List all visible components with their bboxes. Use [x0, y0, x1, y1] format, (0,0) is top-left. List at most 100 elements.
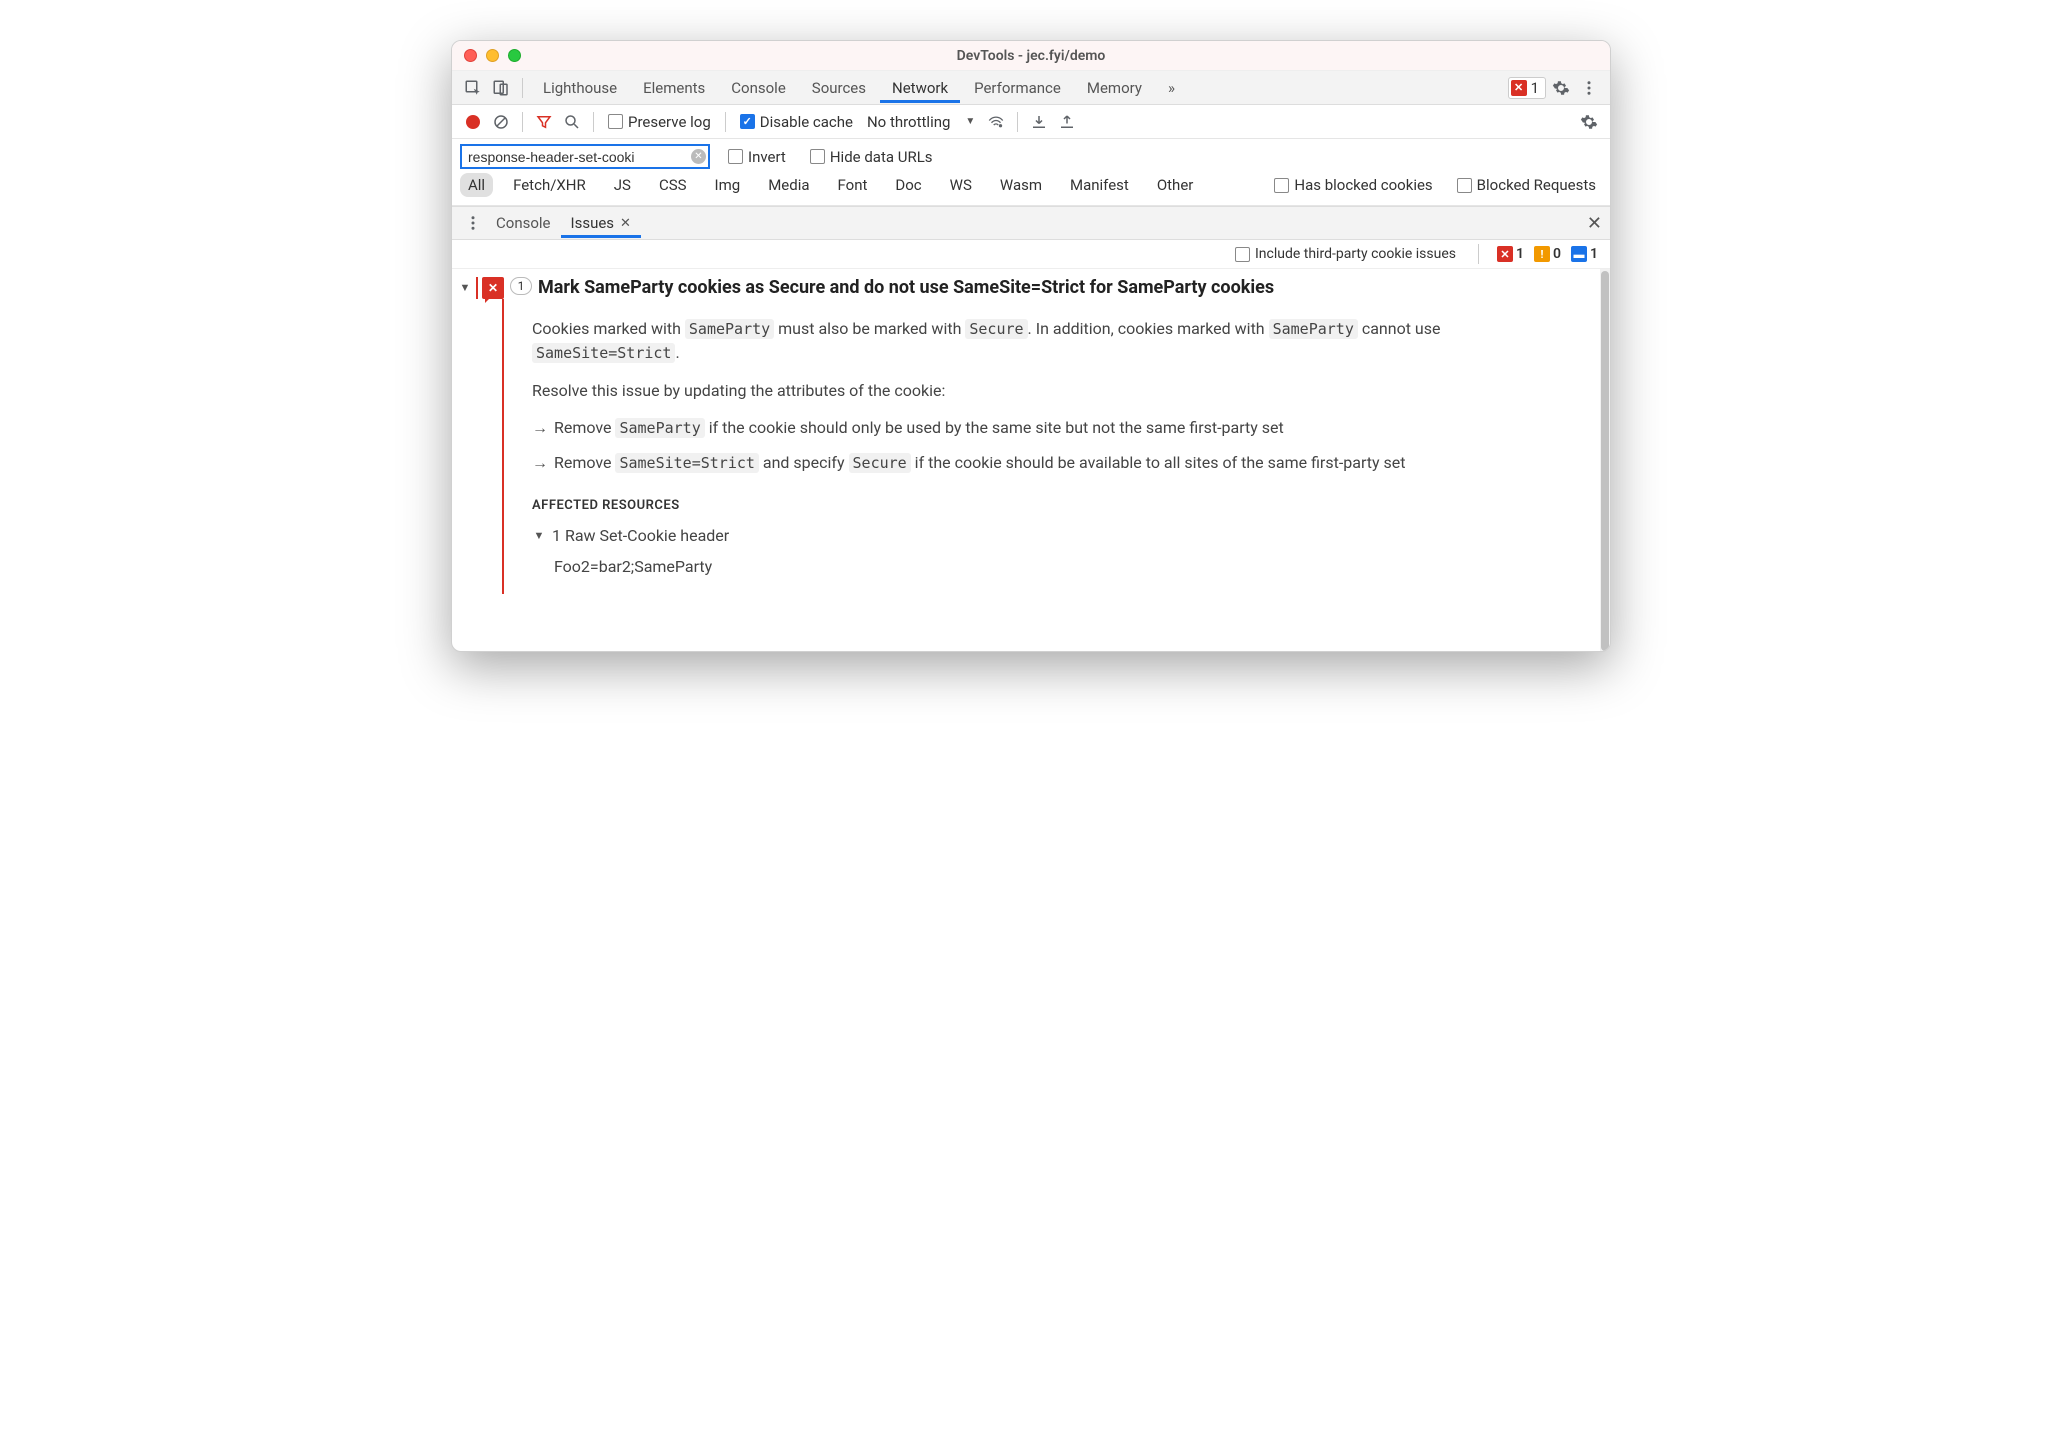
disable-cache-label: Disable cache [760, 113, 853, 131]
has-blocked-cookies-checkbox[interactable]: Has blocked cookies [1268, 176, 1438, 194]
checkbox-icon [1457, 178, 1472, 193]
search-icon[interactable] [559, 109, 585, 135]
scrollbar-thumb[interactable] [1601, 271, 1609, 651]
code-secure: Secure [965, 319, 1027, 339]
settings-icon[interactable] [1548, 75, 1574, 101]
chevron-down-icon[interactable]: ▼ [458, 281, 472, 294]
issues-content: ▼ ✕ 1 Mark SameParty cookies as Secure a… [452, 269, 1610, 651]
type-wasm[interactable]: Wasm [992, 173, 1050, 197]
blocked-requests-label: Blocked Requests [1477, 176, 1596, 194]
hide-data-urls-checkbox[interactable]: Hide data URLs [804, 148, 939, 166]
tab-network[interactable]: Network [880, 73, 960, 103]
main-tabs-row: Lighthouse Elements Console Sources Netw… [452, 71, 1610, 105]
separator [1017, 112, 1018, 132]
error-icon: ✕ [1511, 80, 1527, 96]
export-har-icon[interactable] [1054, 109, 1080, 135]
raw-set-cookie-toggle[interactable]: ▼ 1 Raw Set-Cookie header [532, 524, 1576, 547]
tab-performance[interactable]: Performance [962, 73, 1073, 103]
type-manifest[interactable]: Manifest [1062, 173, 1137, 197]
tab-lighthouse[interactable]: Lighthouse [531, 73, 629, 103]
drawer-tab-issues-label: Issues [571, 214, 615, 232]
type-doc[interactable]: Doc [887, 173, 929, 197]
network-toolbar: Preserve log Disable cache No throttling… [452, 105, 1610, 139]
checkbox-icon [740, 114, 755, 129]
drawer-tab-issues[interactable]: Issues ✕ [561, 208, 641, 238]
code-sameparty: SameParty [1269, 319, 1358, 339]
throttling-select[interactable]: No throttling ▼ [861, 113, 981, 131]
issue-info-count[interactable]: ▬1 [1569, 246, 1600, 262]
clear-filter-icon[interactable]: ✕ [691, 149, 706, 164]
more-icon[interactable] [1576, 75, 1602, 101]
tab-memory[interactable]: Memory [1075, 73, 1154, 103]
type-css[interactable]: CSS [651, 173, 695, 197]
issue-body: Cookies marked with SameParty must also … [502, 299, 1600, 594]
errors-badge[interactable]: ✕ 1 [1508, 77, 1546, 99]
record-button[interactable] [460, 109, 486, 135]
type-fetch-xhr[interactable]: Fetch/XHR [505, 173, 594, 197]
titlebar: DevTools - jec.fyi/demo [452, 41, 1610, 71]
disable-cache-checkbox[interactable]: Disable cache [734, 113, 859, 131]
tab-sources[interactable]: Sources [800, 73, 878, 103]
type-js[interactable]: JS [606, 173, 639, 197]
separator [1478, 244, 1479, 264]
include-third-party-checkbox[interactable]: Include third-party cookie issues [1229, 246, 1462, 262]
drawer-tab-console[interactable]: Console [486, 208, 561, 238]
network-conditions-icon[interactable] [983, 109, 1009, 135]
issues-toolbar: Include third-party cookie issues ✕1 !0 … [452, 240, 1610, 269]
blocked-requests-checkbox[interactable]: Blocked Requests [1451, 176, 1602, 194]
has-blocked-cookies-label: Has blocked cookies [1294, 176, 1432, 194]
record-icon [466, 115, 480, 129]
filter-icon[interactable] [531, 109, 557, 135]
import-har-icon[interactable] [1026, 109, 1052, 135]
code-secure: Secure [849, 453, 911, 473]
issue-suggestion: Remove SameParty if the cookie should on… [532, 416, 1576, 440]
error-icon: ✕ [1497, 246, 1513, 262]
issue-warning-count[interactable]: !0 [1532, 246, 1563, 262]
window-title: DevTools - jec.fyi/demo [452, 48, 1610, 64]
issue-header-row: ▼ ✕ 1 Mark SameParty cookies as Secure a… [452, 269, 1600, 299]
device-toolbar-icon[interactable] [488, 75, 514, 101]
separator [522, 78, 523, 98]
separator [522, 112, 523, 132]
chevron-down-icon: ▼ [965, 116, 975, 127]
type-ws[interactable]: WS [942, 173, 980, 197]
network-settings-icon[interactable] [1576, 109, 1602, 135]
tab-console[interactable]: Console [719, 73, 798, 103]
type-media[interactable]: Media [760, 173, 817, 197]
code-sameparty: SameParty [685, 319, 774, 339]
checkbox-icon [608, 114, 623, 129]
separator [725, 112, 726, 132]
type-font[interactable]: Font [830, 173, 876, 197]
inspect-element-icon[interactable] [460, 75, 486, 101]
type-other[interactable]: Other [1149, 173, 1202, 197]
info-icon: ▬ [1571, 246, 1587, 262]
issue-title[interactable]: Mark SameParty cookies as Secure and do … [538, 277, 1274, 298]
devtools-window: DevTools - jec.fyi/demo Lighthouse Eleme… [451, 40, 1611, 652]
tab-elements[interactable]: Elements [631, 73, 717, 103]
clear-icon[interactable] [488, 109, 514, 135]
scrollbar[interactable] [1600, 269, 1610, 651]
preserve-log-label: Preserve log [628, 113, 711, 131]
drawer-more-icon[interactable] [460, 210, 486, 236]
preserve-log-checkbox[interactable]: Preserve log [602, 113, 717, 131]
include-third-party-label: Include third-party cookie issues [1255, 246, 1456, 262]
separator [593, 112, 594, 132]
type-img[interactable]: Img [707, 173, 749, 197]
code-samesite-strict: SameSite=Strict [532, 343, 675, 363]
issue-count-badge: 1 [510, 277, 532, 295]
issue-paragraph: Resolve this issue by updating the attri… [532, 379, 1576, 402]
drawer-close-icon[interactable]: ✕ [1587, 213, 1602, 234]
checkbox-icon [728, 149, 743, 164]
issue-counts: ✕1 !0 ▬1 [1495, 246, 1600, 262]
issue-error-count[interactable]: ✕1 [1495, 246, 1526, 262]
type-all[interactable]: All [460, 173, 493, 197]
error-count: 1 [1531, 79, 1539, 97]
close-icon[interactable]: ✕ [620, 216, 631, 231]
warning-icon: ! [1534, 246, 1550, 262]
filter-row: ✕ Invert Hide data URLs All Fetch/XHR JS… [452, 139, 1610, 206]
tabs-overflow-button[interactable]: » [1156, 73, 1187, 103]
raw-set-cookie-label: 1 Raw Set-Cookie header [552, 524, 729, 547]
invert-checkbox[interactable]: Invert [722, 148, 792, 166]
checkbox-icon [1235, 247, 1250, 262]
filter-input[interactable] [460, 144, 710, 169]
